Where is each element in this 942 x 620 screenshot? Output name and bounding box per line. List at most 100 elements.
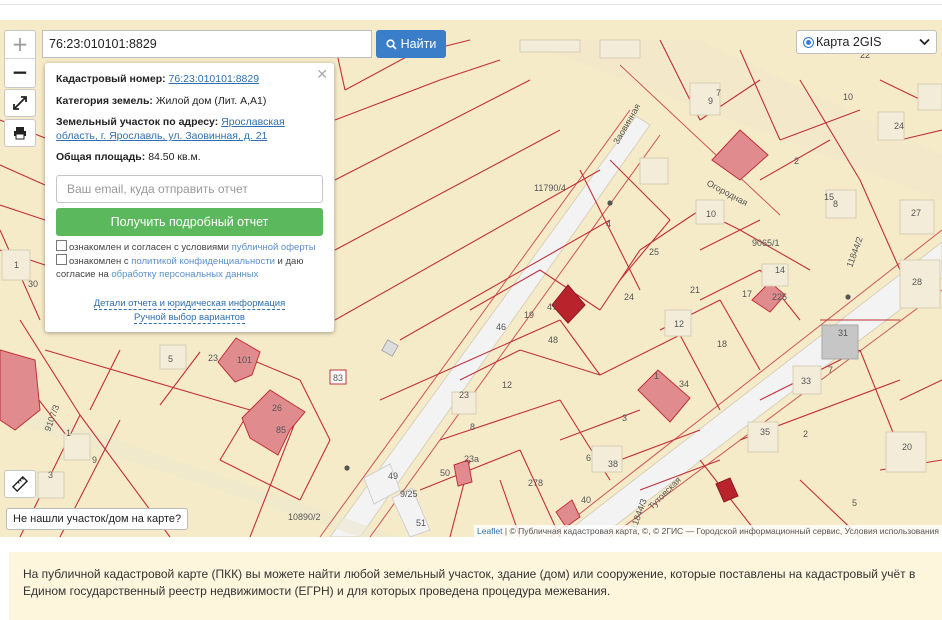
parcel-label: 38	[608, 459, 618, 469]
parcel-label: 10890/2	[288, 512, 321, 522]
zoom-out-button[interactable]: −	[5, 58, 35, 86]
radio-icon	[803, 36, 814, 48]
parcel-label: 101	[237, 355, 252, 365]
map-layer-select[interactable]: Карта 2GIS	[796, 30, 937, 54]
parcel-label: 24	[894, 121, 904, 131]
parcel-label: 28	[912, 277, 922, 287]
offer-consent-checkbox[interactable]: ознакомлен и согласен с условиями публич…	[56, 240, 326, 254]
category-value: Жилой дом (Лит. А,А1)	[155, 95, 267, 107]
parcel-label: 9/25	[400, 489, 418, 499]
expand-icon	[13, 96, 27, 110]
parcel-label: 9	[708, 96, 713, 106]
category-label: Категория земель:	[56, 95, 153, 107]
get-report-button[interactable]: Получить подробный отчет	[56, 208, 323, 236]
parcel-label: 25	[649, 247, 659, 257]
parcel-label: 46	[496, 322, 506, 332]
attribution-text: | © Публичная кадастровая карта, ©, © 2Г…	[502, 526, 939, 536]
parcel-label: 24	[624, 292, 634, 302]
info-text: На публичной кадастровой карте (ПКК) вы …	[9, 552, 942, 620]
parcel-label: 48	[548, 335, 558, 345]
parcel-label: 4	[606, 219, 611, 229]
personal-data-link[interactable]: обработку персональных данных	[111, 269, 258, 280]
parcel-label: 34	[679, 379, 689, 389]
parcel-label: 35	[760, 427, 770, 437]
parcel-label: 27	[911, 208, 921, 218]
parcel-label: 11790/4	[534, 183, 566, 193]
parcel-label: 17	[742, 289, 752, 299]
parcel-label: 225	[772, 292, 787, 302]
area-value: 84.50 кв.м.	[148, 151, 201, 163]
manual-link-row: Ручной выбор вариантов	[45, 312, 334, 324]
parcel-label: 14	[775, 265, 785, 275]
print-button[interactable]	[4, 119, 36, 147]
parcel-label: 3	[48, 470, 53, 480]
not-found-button[interactable]: Не нашли участок/дом на карте?	[6, 508, 189, 530]
parcel-label: 23	[208, 353, 218, 363]
area-row: Общая площадь: 84.50 кв.м.	[56, 150, 322, 164]
email-field[interactable]: Ваш email, куда отправить отчет	[56, 175, 323, 203]
parcel-label: 9	[92, 455, 97, 465]
parcel-label: 50	[440, 468, 450, 478]
leaflet-link[interactable]: Leaflet	[477, 526, 503, 536]
area-label: Общая площадь:	[56, 151, 146, 163]
cadastral-label: Кадастровый номер:	[56, 73, 166, 85]
ruler-icon	[12, 476, 28, 492]
search-button[interactable]: Найти	[376, 30, 446, 58]
parcel-label: 5	[168, 354, 173, 364]
parcel-info-popup: ✕ Кадастровый номер: 76:23:010101:8829 К…	[45, 63, 334, 332]
parcel-label: 83	[333, 373, 343, 383]
cadastral-row: Кадастровый номер: 76:23:010101:8829	[56, 72, 322, 86]
fullscreen-button[interactable]	[4, 89, 36, 117]
parcel-label: 47	[547, 302, 557, 312]
parcel-label: 8	[470, 422, 475, 432]
parcel-label: 10	[843, 92, 853, 102]
parcel-label: 9065/1	[752, 238, 780, 248]
parcel-label: 51	[416, 518, 426, 528]
checkbox-icon[interactable]	[56, 240, 67, 251]
details-link[interactable]: Детали отчета и юридическая информация	[93, 298, 286, 310]
privacy-policy-link[interactable]: политикой конфиденциальности	[131, 256, 275, 267]
parcel-label: 2	[803, 429, 808, 439]
parcel-label: 26	[272, 403, 282, 413]
consent-text: ознакомлен с	[69, 256, 132, 267]
parcel-label: 12	[674, 319, 684, 329]
details-link-row: Детали отчета и юридическая информация	[45, 298, 334, 310]
cadastral-number-link[interactable]: 76:23:010101:8829	[169, 73, 260, 85]
privacy-consent-checkbox[interactable]: ознакомлен с политикой конфиденциальност…	[56, 254, 326, 281]
layer-select-value: Карта 2GIS	[816, 35, 882, 49]
chevron-down-icon	[919, 38, 930, 46]
parcel-label: 33	[801, 376, 811, 386]
parcel-label: 7	[716, 88, 721, 98]
parcel-label: 49	[388, 471, 398, 481]
manual-selection-link[interactable]: Ручной выбор вариантов	[134, 312, 245, 324]
parcel-label: 1	[14, 260, 19, 270]
map-attribution: Leaflet | © Публичная кадастровая карта,…	[474, 525, 942, 537]
parcel-label: 19	[524, 310, 534, 320]
checkbox-icon[interactable]	[56, 254, 67, 265]
printer-icon	[14, 127, 26, 140]
parcel-label: 278	[528, 478, 543, 488]
parcel-label: 23	[459, 390, 469, 400]
zoom-in-button[interactable]: +	[5, 31, 35, 58]
parcel-label: 30	[28, 279, 38, 289]
parcel-label: 8	[833, 199, 838, 209]
parcel-label: 7	[828, 365, 833, 375]
parcel-label: 31	[838, 328, 848, 338]
parcel-label: 21	[690, 285, 700, 295]
parcel-label: 1	[654, 371, 659, 381]
address-row: Земельный участок по адресу: Ярославская…	[56, 115, 322, 143]
cadastral-search-input[interactable]: 76:23:010101:8829	[42, 30, 372, 58]
parcel-label: 20	[902, 442, 912, 452]
parcel-label: 85	[276, 425, 286, 435]
parcel-label: 2	[794, 156, 799, 166]
zoom-control: + −	[4, 30, 36, 88]
offer-link[interactable]: публичной оферты	[232, 242, 316, 253]
search-icon	[386, 38, 397, 50]
parcel-label: 12	[502, 380, 512, 390]
parcel-label: 18	[717, 339, 727, 349]
parcel-label: 3	[622, 413, 627, 423]
ruler-button[interactable]	[4, 470, 36, 498]
category-row: Категория земель: Жилой дом (Лит. А,А1)	[56, 94, 322, 108]
search-button-label: Найти	[400, 37, 437, 51]
parcel-label: 5	[852, 498, 857, 508]
